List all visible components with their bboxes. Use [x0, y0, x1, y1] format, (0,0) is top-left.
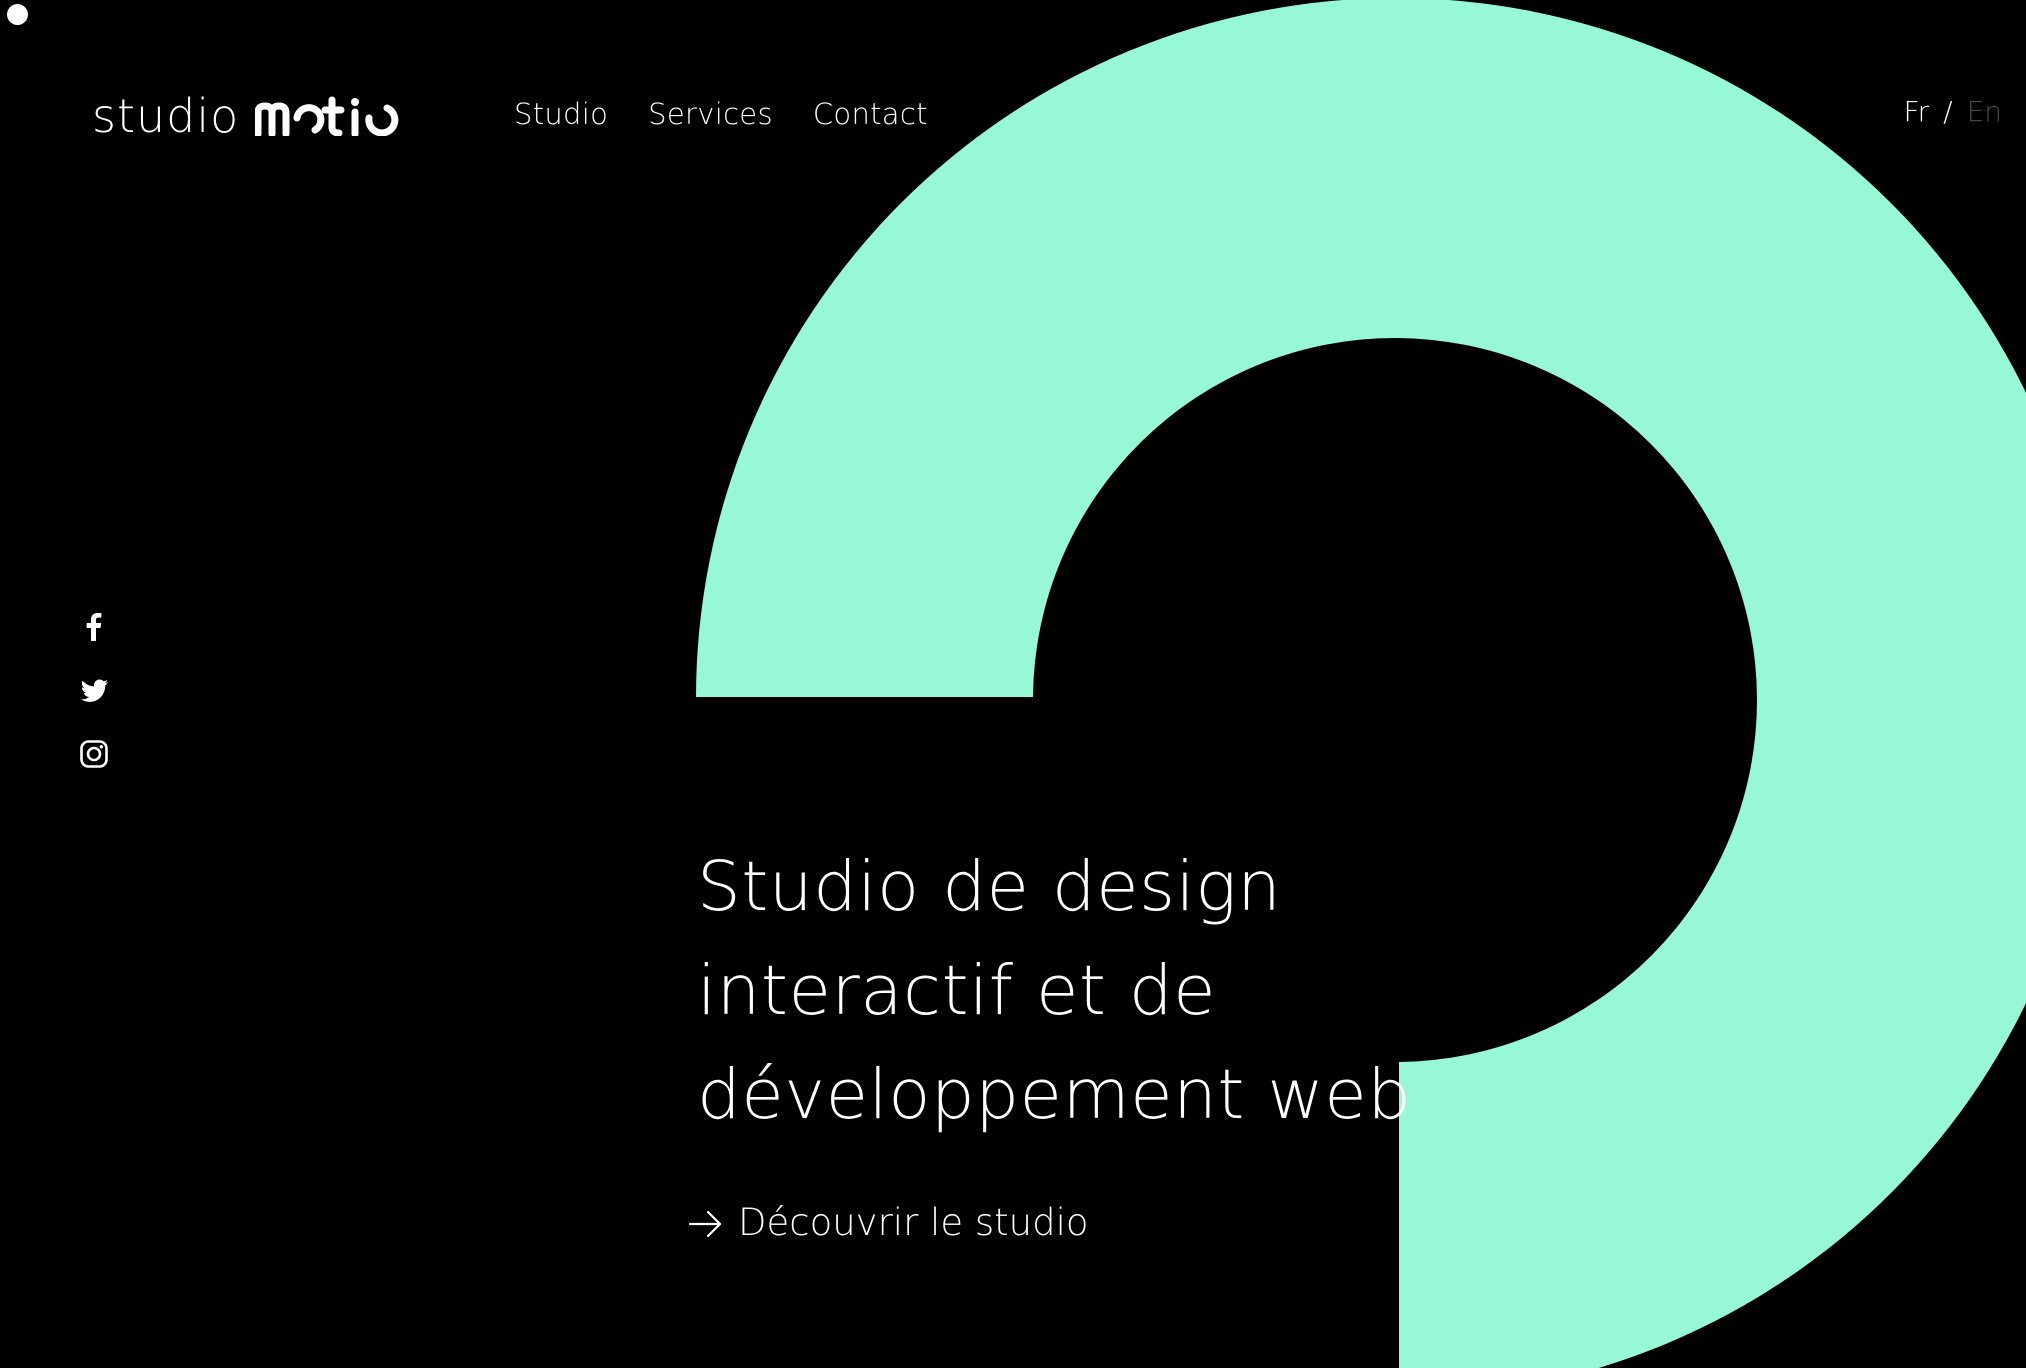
discover-studio-link[interactable]: Découvrir le studio — [688, 1204, 1089, 1241]
instagram-icon — [80, 740, 108, 768]
main-nav: Studio Services Contact — [514, 100, 928, 129]
cursor-dot — [7, 4, 28, 25]
twitter-icon — [80, 679, 108, 702]
lang-en-link[interactable]: En — [1967, 98, 2002, 126]
language-switch: Fr / En — [1904, 98, 2002, 126]
lang-fr-link[interactable]: Fr — [1904, 98, 1930, 126]
instagram-link[interactable] — [78, 738, 112, 770]
logo-wordmark: studio — [92, 89, 240, 143]
arrow-right-icon — [688, 1207, 724, 1239]
hero-title-line-3: développement web — [697, 1055, 1412, 1135]
lang-separator: / — [1943, 95, 1953, 128]
social-links — [78, 610, 112, 770]
logo-mark-icon — [255, 96, 399, 136]
nav-item-studio[interactable]: Studio — [514, 100, 608, 129]
hero-arc-path — [696, 0, 2026, 1368]
hero-title: Studio de design interactif et de dévelo… — [697, 835, 1517, 1147]
twitter-link[interactable] — [78, 674, 112, 706]
logo-link[interactable]: studio — [92, 86, 399, 146]
page-canvas: studio Studio Services Contact Fr / En S… — [0, 0, 2026, 1368]
facebook-icon — [86, 613, 102, 641]
nav-item-contact[interactable]: Contact — [813, 100, 928, 129]
hero-title-line-1: Studio de design — [697, 847, 1282, 927]
nav-item-services[interactable]: Services — [648, 100, 773, 129]
hero-arc-shape — [696, 0, 2026, 1368]
hero-title-line-2: interactif et de — [697, 951, 1217, 1031]
discover-studio-label: Découvrir le studio — [738, 1201, 1089, 1244]
facebook-link[interactable] — [78, 610, 112, 642]
